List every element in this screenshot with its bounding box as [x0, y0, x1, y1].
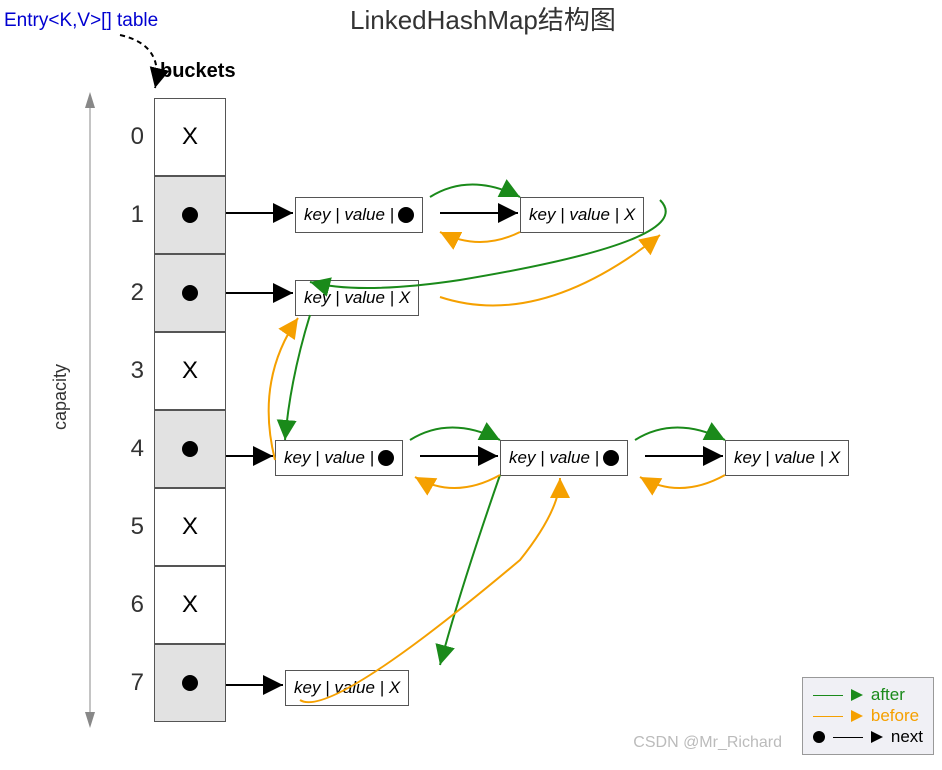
legend-before: before	[813, 706, 923, 726]
pointer-dot	[182, 441, 198, 457]
bucket-4: 4	[154, 410, 226, 488]
bucket-6: 6X	[154, 566, 226, 644]
bucket-1: 1	[154, 176, 226, 254]
entry-node-4b: key | value |	[500, 440, 628, 476]
bucket-3: 3X	[154, 332, 226, 410]
watermark: CSDN @Mr_Richard	[633, 734, 782, 752]
entry-node-4c: key | value | X	[725, 440, 849, 476]
diagram-title: LinkedHashMap结构图	[350, 0, 616, 37]
bucket-2: 2	[154, 254, 226, 332]
entry-node-1a: key | value |	[295, 197, 423, 233]
entry-node-2a: key | value | X	[295, 280, 419, 316]
entry-node-1b: key | value | X	[520, 197, 644, 233]
arrows-overlay	[0, 0, 942, 770]
capacity-label: capacity	[50, 364, 71, 430]
diagram-canvas: LinkedHashMap结构图 Entry<K,V>[] table buck…	[0, 0, 942, 770]
legend-after: after	[813, 685, 923, 705]
entry-node-4a: key | value |	[275, 440, 403, 476]
legend: after before next	[802, 677, 934, 755]
table-array-label: Entry<K,V>[] table	[4, 10, 158, 32]
buckets-label: buckets	[160, 60, 236, 83]
pointer-dot	[182, 285, 198, 301]
entry-node-7a: key | value | X	[285, 670, 409, 706]
bucket-0: 0X	[154, 98, 226, 176]
legend-next: next	[813, 727, 923, 747]
bucket-5: 5X	[154, 488, 226, 566]
bucket-column: 0X 1 2 3X 4 5X 6X 7	[154, 98, 226, 722]
pointer-dot	[182, 207, 198, 223]
pointer-dot	[182, 675, 198, 691]
bucket-7: 7	[154, 644, 226, 722]
